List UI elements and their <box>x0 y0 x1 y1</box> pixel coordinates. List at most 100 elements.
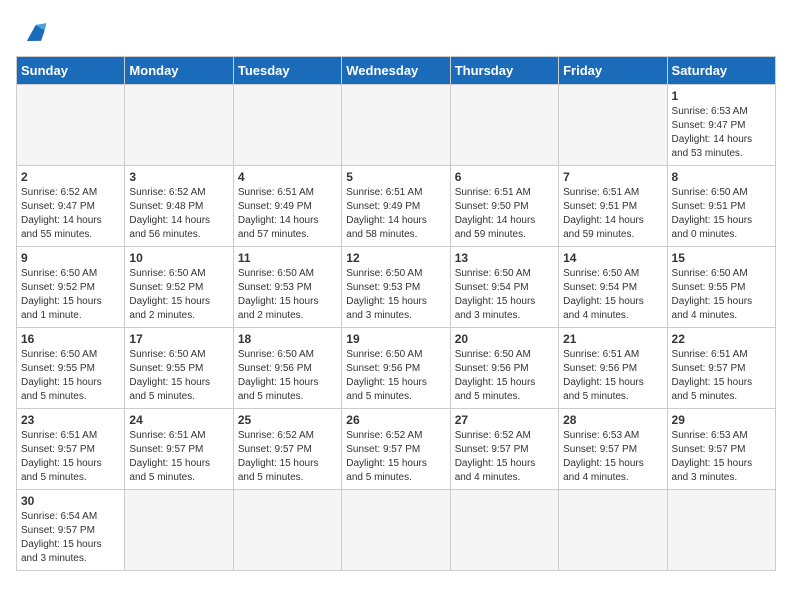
day-number: 13 <box>455 251 554 265</box>
day-number: 2 <box>21 170 120 184</box>
weekday-monday: Monday <box>125 57 233 85</box>
week-row-6: 30 Sunrise: 6:54 AM Sunset: 9:57 PM Dayli… <box>17 490 776 571</box>
day-cell: 19Sunrise: 6:50 AM Sunset: 9:56 PM Dayli… <box>342 328 450 409</box>
day-info: Sunrise: 6:52 AM Sunset: 9:48 PM Dayligh… <box>129 186 228 242</box>
weekday-sunday: Sunday <box>17 57 125 85</box>
weekday-tuesday: Tuesday <box>233 57 341 85</box>
day-info: Sunrise: 6:51 AM Sunset: 9:57 PM Dayligh… <box>129 429 228 485</box>
day-cell <box>342 85 450 166</box>
weekday-wednesday: Wednesday <box>342 57 450 85</box>
day-cell: 15Sunrise: 6:50 AM Sunset: 9:55 PM Dayli… <box>667 247 775 328</box>
day-cell: 28Sunrise: 6:53 AM Sunset: 9:57 PM Dayli… <box>559 409 667 490</box>
day-cell: 23Sunrise: 6:51 AM Sunset: 9:57 PM Dayli… <box>17 409 125 490</box>
day-cell <box>559 85 667 166</box>
day-cell: 11 Sunrise: 6:50 AM Sunset: 9:53 PM Dayli… <box>233 247 341 328</box>
day-cell: 10 Sunrise: 6:50 AM Sunset: 9:52 PM Dayli… <box>125 247 233 328</box>
day-number: 21 <box>563 332 662 346</box>
day-cell: 27 Sunrise: 6:52 AM Sunset: 9:57 PM Dayli… <box>450 409 558 490</box>
day-number: 7 <box>563 170 662 184</box>
day-info: Sunrise: 6:50 AM Sunset: 9:54 PM Dayligh… <box>563 267 662 323</box>
day-info: Sunrise: 6:52 AM Sunset: 9:57 PM Dayligh… <box>455 429 554 485</box>
day-info: Sunrise: 6:52 AM Sunset: 9:57 PM Dayligh… <box>346 429 445 485</box>
day-info: Sunrise: 6:51 AM Sunset: 9:51 PM Dayligh… <box>563 186 662 242</box>
day-info: Sunrise: 6:52 AM Sunset: 9:47 PM Dayligh… <box>21 186 120 242</box>
week-row-2: 2 Sunrise: 6:52 AM Sunset: 9:47 PM Daylig… <box>17 166 776 247</box>
day-number: 9 <box>21 251 120 265</box>
day-info: Sunrise: 6:51 AM Sunset: 9:49 PM Dayligh… <box>238 186 337 242</box>
day-cell: 4 Sunrise: 6:51 AM Sunset: 9:49 PM Daylig… <box>233 166 341 247</box>
day-info: Sunrise: 6:51 AM Sunset: 9:50 PM Dayligh… <box>455 186 554 242</box>
day-number: 8 <box>672 170 771 184</box>
day-info: Sunrise: 6:51 AM Sunset: 9:57 PM Dayligh… <box>672 348 771 404</box>
day-info: Sunrise: 6:50 AM Sunset: 9:53 PM Dayligh… <box>346 267 445 323</box>
day-cell: 2 Sunrise: 6:52 AM Sunset: 9:47 PM Daylig… <box>17 166 125 247</box>
day-cell: 17 Sunrise: 6:50 AM Sunset: 9:55 PM Dayli… <box>125 328 233 409</box>
weekday-friday: Friday <box>559 57 667 85</box>
day-number: 18 <box>238 332 337 346</box>
calendar-table: SundayMondayTuesdayWednesdayThursdayFrid… <box>16 56 776 571</box>
day-cell: 14Sunrise: 6:50 AM Sunset: 9:54 PM Dayli… <box>559 247 667 328</box>
day-cell: 7 Sunrise: 6:51 AM Sunset: 9:51 PM Daylig… <box>559 166 667 247</box>
day-cell: 12 Sunrise: 6:50 AM Sunset: 9:53 PM Dayli… <box>342 247 450 328</box>
day-cell: 3Sunrise: 6:52 AM Sunset: 9:48 PM Daylig… <box>125 166 233 247</box>
day-cell: 13 Sunrise: 6:50 AM Sunset: 9:54 PM Dayli… <box>450 247 558 328</box>
day-number: 25 <box>238 413 337 427</box>
day-cell: 1 Sunrise: 6:53 AM Sunset: 9:47 PM Daylig… <box>667 85 775 166</box>
day-number: 30 <box>21 494 120 508</box>
day-info: Sunrise: 6:50 AM Sunset: 9:52 PM Dayligh… <box>21 267 120 323</box>
day-cell <box>450 85 558 166</box>
day-info: Sunrise: 6:50 AM Sunset: 9:55 PM Dayligh… <box>129 348 228 404</box>
day-number: 29 <box>672 413 771 427</box>
day-info: Sunrise: 6:50 AM Sunset: 9:56 PM Dayligh… <box>346 348 445 404</box>
day-cell <box>125 85 233 166</box>
day-number: 22 <box>672 332 771 346</box>
day-cell: 6 Sunrise: 6:51 AM Sunset: 9:50 PM Daylig… <box>450 166 558 247</box>
day-info: Sunrise: 6:53 AM Sunset: 9:57 PM Dayligh… <box>672 429 771 485</box>
day-info: Sunrise: 6:53 AM Sunset: 9:57 PM Dayligh… <box>563 429 662 485</box>
day-cell: 18 Sunrise: 6:50 AM Sunset: 9:56 PM Dayli… <box>233 328 341 409</box>
day-cell: 8 Sunrise: 6:50 AM Sunset: 9:51 PM Daylig… <box>667 166 775 247</box>
weekday-thursday: Thursday <box>450 57 558 85</box>
day-number: 10 <box>129 251 228 265</box>
week-row-4: 16 Sunrise: 6:50 AM Sunset: 9:55 PM Dayli… <box>17 328 776 409</box>
day-cell: 24 Sunrise: 6:51 AM Sunset: 9:57 PM Dayli… <box>125 409 233 490</box>
logo-icon <box>16 16 52 48</box>
day-number: 27 <box>455 413 554 427</box>
week-row-5: 23Sunrise: 6:51 AM Sunset: 9:57 PM Dayli… <box>17 409 776 490</box>
day-info: Sunrise: 6:53 AM Sunset: 9:47 PM Dayligh… <box>672 105 771 161</box>
day-number: 26 <box>346 413 445 427</box>
day-cell <box>233 85 341 166</box>
day-number: 12 <box>346 251 445 265</box>
day-cell <box>125 490 233 571</box>
day-info: Sunrise: 6:50 AM Sunset: 9:53 PM Dayligh… <box>238 267 337 323</box>
day-number: 17 <box>129 332 228 346</box>
day-cell: 25 Sunrise: 6:52 AM Sunset: 9:57 PM Dayli… <box>233 409 341 490</box>
day-number: 15 <box>672 251 771 265</box>
day-cell: 30 Sunrise: 6:54 AM Sunset: 9:57 PM Dayli… <box>17 490 125 571</box>
day-cell: 22 Sunrise: 6:51 AM Sunset: 9:57 PM Dayli… <box>667 328 775 409</box>
logo <box>16 16 56 48</box>
day-cell: 9 Sunrise: 6:50 AM Sunset: 9:52 PM Daylig… <box>17 247 125 328</box>
day-cell: 20Sunrise: 6:50 AM Sunset: 9:56 PM Dayli… <box>450 328 558 409</box>
day-info: Sunrise: 6:51 AM Sunset: 9:56 PM Dayligh… <box>563 348 662 404</box>
day-info: Sunrise: 6:50 AM Sunset: 9:56 PM Dayligh… <box>238 348 337 404</box>
day-number: 1 <box>672 89 771 103</box>
day-info: Sunrise: 6:54 AM Sunset: 9:57 PM Dayligh… <box>21 510 120 566</box>
day-cell <box>233 490 341 571</box>
day-number: 4 <box>238 170 337 184</box>
day-info: Sunrise: 6:50 AM Sunset: 9:54 PM Dayligh… <box>455 267 554 323</box>
day-number: 24 <box>129 413 228 427</box>
day-info: Sunrise: 6:50 AM Sunset: 9:51 PM Dayligh… <box>672 186 771 242</box>
day-number: 11 <box>238 251 337 265</box>
day-info: Sunrise: 6:50 AM Sunset: 9:52 PM Dayligh… <box>129 267 228 323</box>
day-cell: 21 Sunrise: 6:51 AM Sunset: 9:56 PM Dayli… <box>559 328 667 409</box>
day-cell <box>17 85 125 166</box>
weekday-header-row: SundayMondayTuesdayWednesdayThursdayFrid… <box>17 57 776 85</box>
day-info: Sunrise: 6:51 AM Sunset: 9:49 PM Dayligh… <box>346 186 445 242</box>
day-cell <box>559 490 667 571</box>
day-info: Sunrise: 6:52 AM Sunset: 9:57 PM Dayligh… <box>238 429 337 485</box>
day-cell <box>450 490 558 571</box>
day-number: 16 <box>21 332 120 346</box>
day-cell: 5Sunrise: 6:51 AM Sunset: 9:49 PM Daylig… <box>342 166 450 247</box>
day-number: 6 <box>455 170 554 184</box>
